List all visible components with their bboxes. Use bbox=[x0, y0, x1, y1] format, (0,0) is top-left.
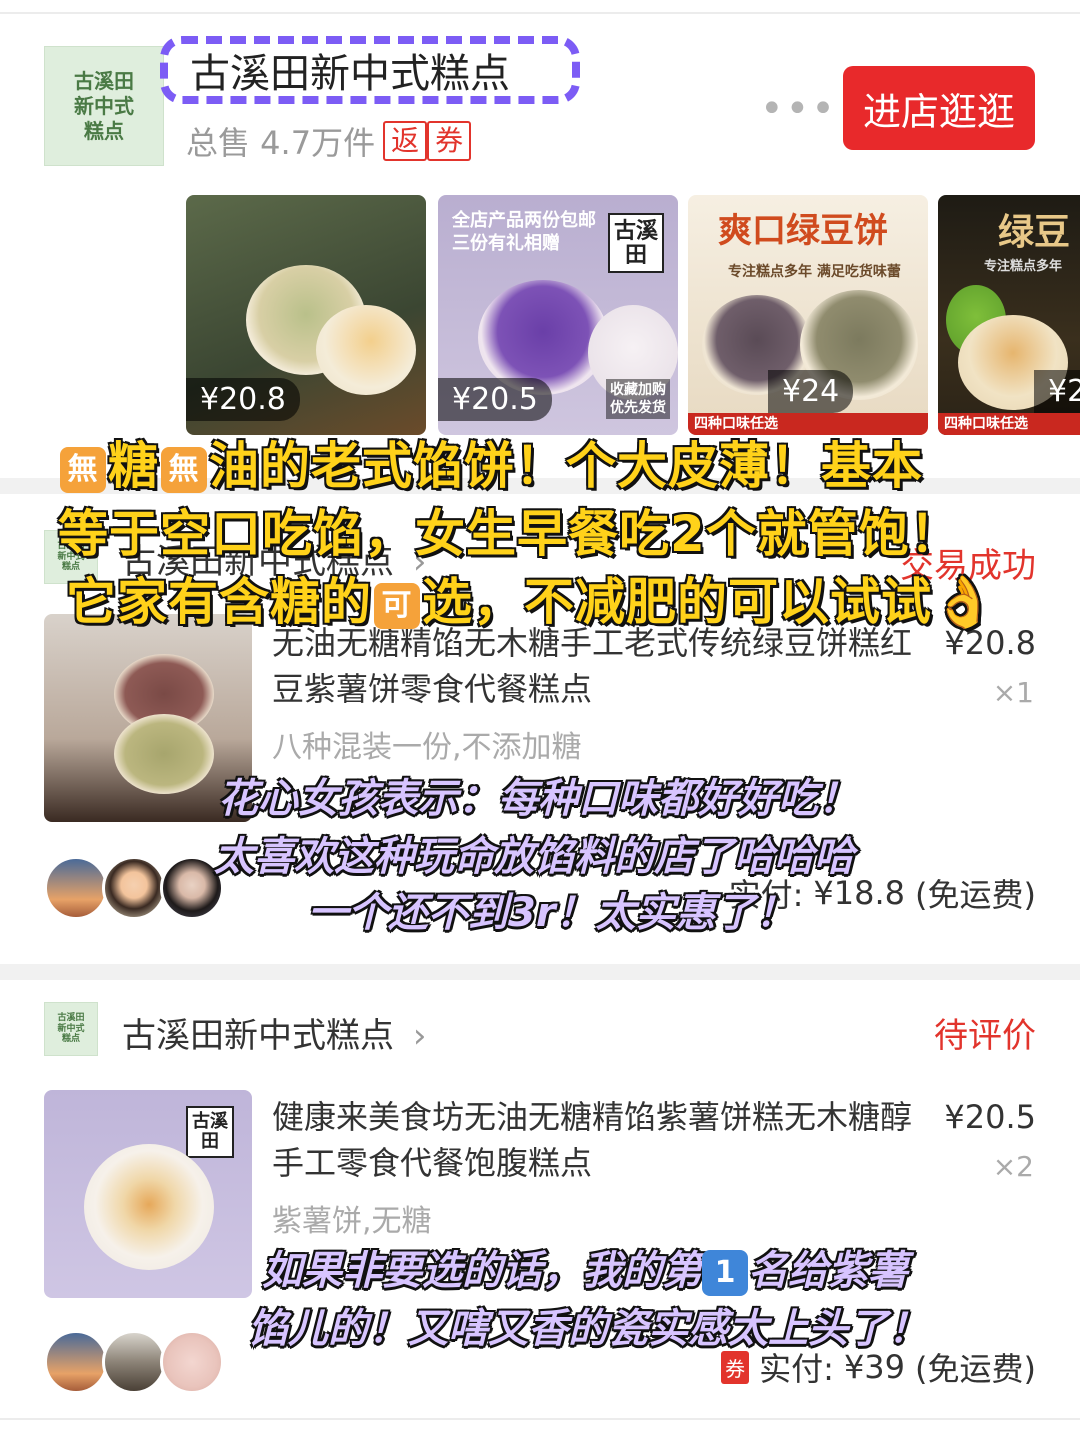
coupon-tag: 券 bbox=[427, 121, 472, 161]
order-product-spec: 紫薯饼,无糖 bbox=[272, 1204, 432, 1239]
order-status[interactable]: 待评价 bbox=[934, 1008, 1036, 1057]
overlay-text: 选，不减肥的可以试试👌 bbox=[421, 572, 996, 632]
no-emoji-icon: 無 bbox=[60, 447, 106, 493]
thumbnail-caption: 全店产品两份包邮 三份有礼相赠 bbox=[452, 210, 596, 255]
shipping-note: (免运费) bbox=[915, 1350, 1036, 1388]
section-divider bbox=[0, 964, 1080, 980]
thumbnail-subcaption: 专注糕点多年 满足吃货味蕾 bbox=[728, 264, 901, 280]
product-thumbnail-2[interactable]: 全店产品两份包邮 三份有礼相赠 古溪 田 收藏加购 优先发货 ¥20.5 bbox=[438, 195, 678, 435]
pastry-image bbox=[316, 305, 416, 395]
order-product-image[interactable]: 古溪 田 bbox=[44, 1090, 252, 1298]
top-divider bbox=[0, 12, 1080, 14]
visit-store-button[interactable]: 进店逛逛 bbox=[843, 66, 1035, 150]
store-logo-text: 古溪田 新中式 糕点 bbox=[74, 68, 134, 143]
order-shop-name-text: 古溪田新中式糕点 bbox=[122, 1016, 394, 1056]
store-sales-text: 总售 4.7万件 bbox=[186, 124, 376, 162]
thumbnail-side-text: 收藏加购 优先发货 bbox=[606, 378, 670, 419]
shipping-note: (免运费) bbox=[915, 876, 1036, 914]
thumbnail-price: ¥20.8 bbox=[186, 378, 300, 421]
coupon-badge: 券 bbox=[721, 1350, 750, 1384]
store-name[interactable]: 古溪田新中式糕点 bbox=[190, 41, 510, 99]
thumbnail-price: ¥24 bbox=[768, 370, 854, 413]
order-product-price: ¥20.5 bbox=[944, 1098, 1036, 1136]
overlay-caption-line-1: 無糖無油的老式馅饼！个大皮薄！基本 bbox=[58, 426, 923, 498]
available-emoji-icon: 可 bbox=[374, 583, 420, 629]
overlay-review-line-3: 一个还不到3r！太实惠了！ bbox=[308, 890, 796, 936]
order-shop-logo[interactable]: 古溪田 新中式 糕点 bbox=[44, 1002, 98, 1056]
store-sales-row: 总售 4.7万件 返 券 bbox=[186, 118, 472, 164]
thumbnail-caption: 爽口绿豆饼 bbox=[718, 211, 888, 251]
order-product-spec: 八种混装一份,不添加糖 bbox=[272, 730, 582, 765]
product-thumbnail-1[interactable]: ¥20.8 bbox=[186, 195, 426, 435]
overlay-caption-line-3: 它家有含糖的可选，不减肥的可以试试👌 bbox=[65, 562, 996, 634]
brand-tag: 古溪 田 bbox=[607, 213, 664, 274]
store-title-highlight: 古溪田新中式糕点 bbox=[160, 36, 580, 104]
order-product-title[interactable]: 健康来美食坊无油无糖精馅紫薯饼糕无木糖醇手工零食代餐饱腹糕点 bbox=[272, 1094, 912, 1186]
bottom-divider bbox=[0, 1418, 1080, 1420]
thumbnail-price: ¥20.5 bbox=[438, 378, 552, 421]
overlay-review-line-2: 太喜欢这种玩命放馅料的店了哈哈哈 bbox=[214, 834, 854, 880]
overlay-text: 如果非要选的话，我的第 bbox=[262, 1248, 702, 1294]
no-emoji-icon: 無 bbox=[161, 447, 207, 493]
overlay-review-line-4: 如果非要选的话，我的第 1 名给紫薯 bbox=[262, 1238, 908, 1296]
avatar bbox=[160, 1330, 224, 1394]
thumbnail-price: ¥2 bbox=[1034, 370, 1080, 413]
thumbnail-footer: 四种口味任选 bbox=[938, 412, 1080, 435]
overlay-text: 糖 bbox=[107, 436, 159, 496]
product-thumbnail-4[interactable]: 绿豆 专注糕点多年 四种口味任选 ¥2 bbox=[938, 195, 1080, 435]
overlay-review-line-1: 花心女孩表示：每种口味都好好吃！ bbox=[218, 776, 858, 822]
order-product-qty: ×2 bbox=[992, 1150, 1034, 1183]
pastry-image bbox=[84, 1144, 214, 1270]
rebate-tag: 返 bbox=[383, 121, 428, 161]
overlay-text: 油的老式馅饼！个大皮薄！基本 bbox=[208, 436, 923, 496]
avatar bbox=[102, 1330, 166, 1394]
thumbnail-caption: 绿豆 bbox=[998, 211, 1071, 253]
number-one-icon: 1 bbox=[702, 1250, 748, 1296]
order-product-qty: ×1 bbox=[992, 676, 1034, 709]
store-logo[interactable]: 古溪田 新中式 糕点 bbox=[44, 46, 164, 166]
more-options-icon[interactable]: ••• bbox=[760, 86, 837, 132]
pastry-image bbox=[114, 714, 214, 794]
avatar bbox=[102, 856, 166, 920]
thumbnail-subcaption: 专注糕点多年 bbox=[984, 259, 1063, 274]
avatar bbox=[44, 856, 108, 920]
chevron-right-icon: › bbox=[412, 1016, 427, 1056]
overlay-caption-line-2: 等于空口吃馅，女生早餐吃2个就管饱！ bbox=[57, 504, 961, 564]
overlay-review-line-5: 馅儿的！又嗐又香的瓷实感太上头了！ bbox=[248, 1306, 928, 1352]
order-shop-name[interactable]: 古溪田新中式糕点 › bbox=[122, 1008, 426, 1057]
order-shop-logo-text: 古溪田 新中式 糕点 bbox=[57, 1013, 85, 1045]
overlay-text: 名给紫薯 bbox=[748, 1248, 908, 1294]
brand-tag: 古溪 田 bbox=[186, 1106, 234, 1158]
avatar bbox=[44, 1330, 108, 1394]
overlay-text: 它家有含糖的 bbox=[65, 572, 372, 632]
product-thumbnail-3[interactable]: 爽口绿豆饼 专注糕点多年 满足吃货味蕾 四种口味任选 ¥24 bbox=[688, 195, 928, 435]
